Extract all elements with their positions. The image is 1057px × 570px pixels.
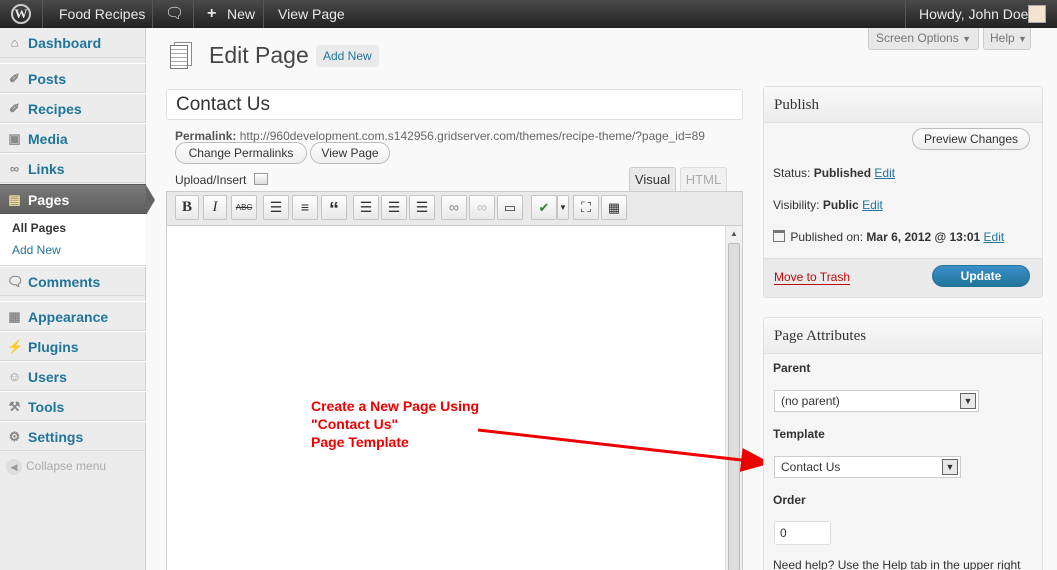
order-input[interactable]: 0	[774, 521, 831, 545]
template-select[interactable]: Contact Us ▼	[774, 456, 961, 478]
published-date: Mar 6, 2012 @ 13:01	[866, 230, 981, 244]
visibility-edit-link[interactable]: Edit	[862, 198, 883, 212]
visibility-row: Visibility: Public Edit	[773, 198, 883, 212]
published-edit-link[interactable]: Edit	[984, 230, 1005, 244]
page-attributes-title: Page Attributes	[764, 318, 1042, 354]
parent-label: Parent	[773, 361, 811, 375]
publish-title: Publish	[764, 87, 1042, 123]
visibility-value: Public	[822, 198, 859, 212]
update-button[interactable]: Update	[932, 265, 1030, 287]
calendar-icon	[773, 230, 785, 242]
status-row: Status: Published Edit	[773, 166, 896, 180]
chevron-down-icon[interactable]: ▼	[960, 393, 976, 409]
template-label: Template	[773, 427, 825, 441]
chevron-down-icon[interactable]: ▼	[942, 459, 958, 475]
move-to-trash-link[interactable]: Move to Trash	[774, 270, 851, 285]
attributes-help-text: Need help? Use the Help tab in the upper…	[773, 558, 1021, 570]
status-edit-link[interactable]: Edit	[874, 166, 895, 180]
order-label: Order	[773, 493, 806, 507]
published-on-row: Published on: Mar 6, 2012 @ 13:01 Edit	[773, 230, 1004, 244]
parent-select[interactable]: (no parent) ▼	[774, 390, 979, 412]
status-value: Published	[813, 166, 872, 180]
preview-changes-button[interactable]: Preview Changes	[912, 128, 1030, 150]
